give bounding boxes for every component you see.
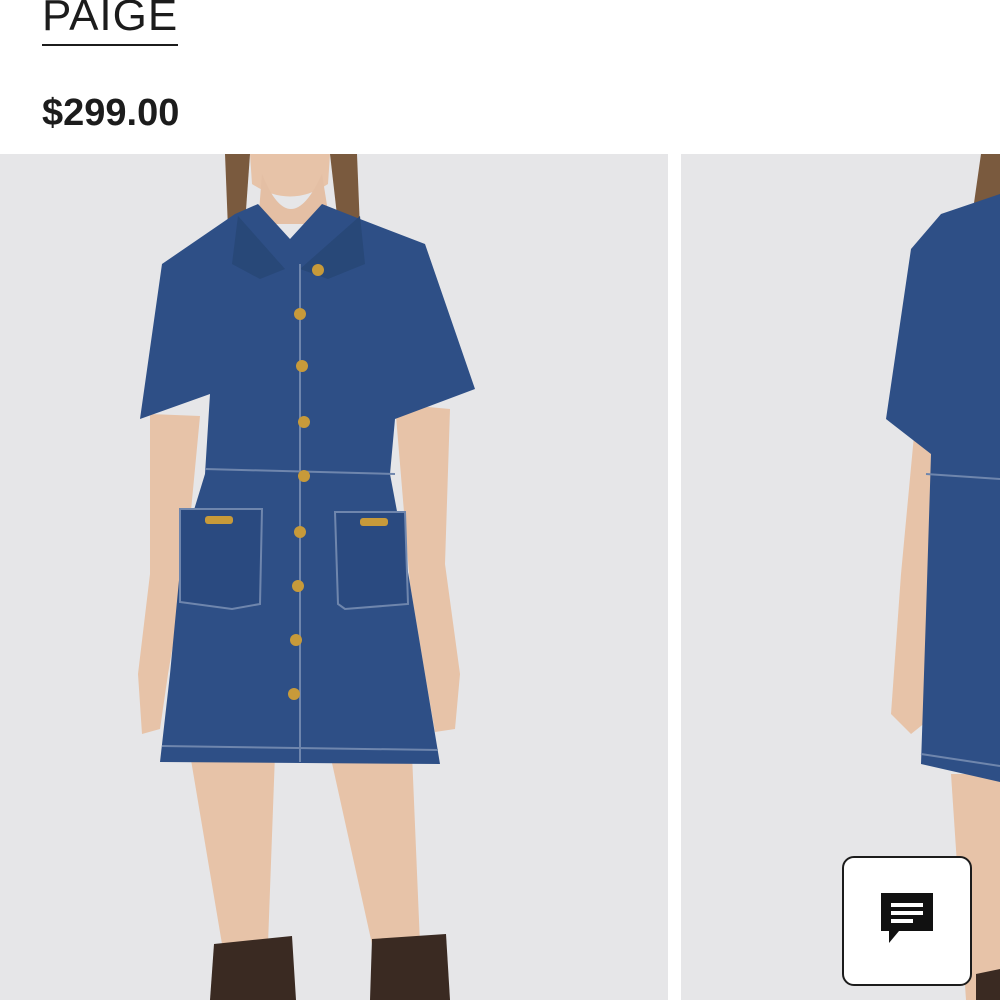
chat-button[interactable] — [842, 856, 972, 986]
brand-link[interactable]: PAIGE — [42, 0, 179, 46]
product-image-front[interactable] — [0, 154, 668, 1000]
chat-bubble-icon — [875, 887, 939, 956]
product-price: $299.00 — [42, 92, 180, 134]
model-front-illustration — [0, 154, 668, 1000]
